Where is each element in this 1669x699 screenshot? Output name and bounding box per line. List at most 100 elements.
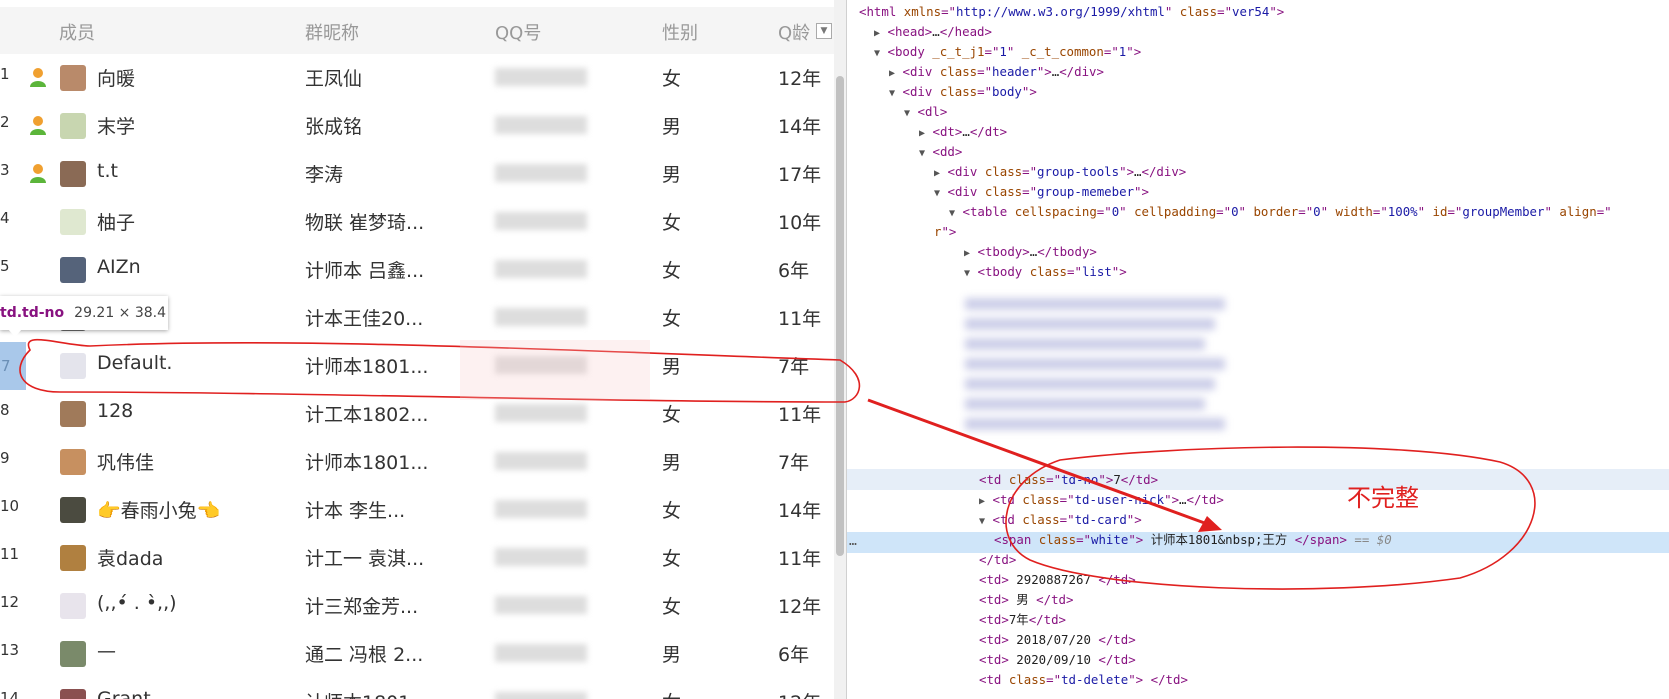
dom-line[interactable]: ▼ <table cellspacing="0" cellpadding="0"…: [847, 202, 1669, 222]
left-scrollbar[interactable]: [834, 0, 846, 699]
table-row[interactable]: 4 柚子 物联 崔梦琦... 女 10年: [0, 198, 834, 246]
table-row[interactable]: 13 — 通二 冯根 2... 男 6年: [0, 630, 834, 678]
collapse-triangle-icon[interactable]: ▼: [919, 148, 925, 159]
scrollbar-thumb[interactable]: [836, 76, 844, 556]
table-row[interactable]: 1 向暖 王凤仙 女 12年: [0, 54, 834, 102]
expand-triangle-icon[interactable]: ▶: [874, 28, 880, 39]
blurred-row: [965, 298, 1225, 310]
collapse-triangle-icon[interactable]: ▼: [874, 48, 880, 59]
qq-age: 12年: [778, 688, 821, 699]
blurred-row: [965, 398, 1205, 410]
group-card: 物联 崔梦琦...: [305, 212, 425, 234]
expand-triangle-icon[interactable]: ▶: [889, 68, 895, 79]
collapse-triangle-icon[interactable]: ▼: [979, 516, 985, 527]
dom-line[interactable]: <td> 2018/07/20 </td>: [847, 630, 1669, 650]
dom-line[interactable]: ▶ <head>…</head>: [847, 22, 1669, 42]
dom-token: groupMember: [1462, 204, 1545, 219]
table-row[interactable]: 9 巩伟佳 计师本1801... 男 7年: [0, 438, 834, 486]
avatar[interactable]: [60, 209, 86, 235]
member-nick[interactable]: t.t: [97, 160, 118, 182]
avatar[interactable]: [60, 641, 86, 667]
dom-line[interactable]: ▼ <dd>: [847, 142, 1669, 162]
avatar[interactable]: [60, 113, 86, 139]
avatar[interactable]: [60, 449, 86, 475]
header-sex[interactable]: 性别: [662, 19, 698, 45]
dom-line[interactable]: <td> 2020/09/10 </td>: [847, 650, 1669, 670]
dom-line[interactable]: <td> 男 </td>: [847, 590, 1669, 610]
table-row[interactable]: 10 👉春雨小兔👈 计本 李生... 女 14年: [0, 486, 834, 534]
table-row[interactable]: 12 (,,•́ . •̀,,) 计三郑金芳... 女 12年: [0, 582, 834, 630]
collapse-triangle-icon[interactable]: ▼: [889, 88, 895, 99]
dom-line[interactable]: ▶ <dt>…</dt>: [847, 122, 1669, 142]
table-row[interactable]: 11 袁dada 计工一 袁淇... 女 11年: [0, 534, 834, 582]
expand-triangle-icon[interactable]: ▶: [964, 248, 970, 259]
avatar[interactable]: [60, 353, 86, 379]
member-nick[interactable]: (,,•́ . •̀,,): [97, 592, 177, 614]
collapse-triangle-icon[interactable]: ▼: [949, 208, 955, 219]
expand-triangle-icon[interactable]: ▶: [919, 128, 925, 139]
avatar[interactable]: [60, 593, 86, 619]
dom-line[interactable]: ▼ <dl>: [847, 102, 1669, 122]
dom-line[interactable]: ▼ <div class="group-memeber">: [847, 182, 1669, 202]
dom-line[interactable]: ▶ <div class="header">…</div>: [847, 62, 1669, 82]
table-row[interactable]: 5 AIZn 计师本 吕鑫... 女 6年: [0, 246, 834, 294]
member-nick[interactable]: 128: [97, 400, 133, 422]
dom-line[interactable]: <td class="td-delete"> </td>: [847, 670, 1669, 690]
avatar[interactable]: [60, 161, 86, 187]
member-nick[interactable]: Grant: [97, 688, 151, 699]
avatar[interactable]: [60, 545, 86, 571]
dom-token: 2020/09/10: [1008, 652, 1099, 667]
dom-line[interactable]: <td class="td-no">7</td>: [847, 470, 1669, 490]
dom-line[interactable]: <span class="white"> 计师本1801&nbsp;王方 </s…: [847, 530, 1669, 550]
table-row[interactable]: 8 128 计工本1802... 女 11年: [0, 390, 834, 438]
collapse-triangle-icon[interactable]: ▼: [964, 268, 970, 279]
dom-line[interactable]: <td> 2920887267 </td>: [847, 570, 1669, 590]
header-age[interactable]: Q龄: [778, 19, 810, 45]
table-row[interactable]: 14 Grant 计师本1801... 女 12年: [0, 678, 834, 699]
dom-line[interactable]: ▼ <div class="body">: [847, 82, 1669, 102]
collapse-triangle-icon[interactable]: ▼: [904, 108, 910, 119]
dom-line[interactable]: <html xmlns="http://www.w3.org/1999/xhtm…: [847, 2, 1669, 22]
dom-token: 7年: [1008, 612, 1029, 627]
header-card[interactable]: 群昵称: [305, 19, 359, 45]
dom-line[interactable]: ▼ <body _c_t_j1="1" _c_t_common="1">: [847, 42, 1669, 62]
avatar[interactable]: [60, 497, 86, 523]
member-nick[interactable]: 向暖: [97, 64, 135, 91]
dom-line[interactable]: </td>: [847, 550, 1669, 570]
dom-token: group-memeber: [1037, 184, 1135, 199]
sort-dropdown-icon[interactable]: ▼: [816, 23, 832, 39]
avatar[interactable]: [60, 65, 86, 91]
expand-triangle-icon[interactable]: ▶: [979, 496, 985, 507]
owner-person-icon: [28, 162, 48, 184]
member-nick[interactable]: Default.: [97, 352, 172, 374]
avatar[interactable]: [60, 689, 86, 699]
dom-line[interactable]: ▶ <tbody>…</tbody>: [847, 242, 1669, 262]
member-nick[interactable]: 巩伟佳: [97, 448, 154, 475]
dom-token: =": [1046, 472, 1062, 487]
member-nick[interactable]: 末学: [97, 112, 135, 139]
dom-line[interactable]: r">: [847, 222, 1669, 242]
header-member[interactable]: 成员: [59, 19, 95, 45]
dom-line[interactable]: ▶ <td class="td-user-nick">…</td>: [847, 490, 1669, 510]
member-nick[interactable]: 👉春雨小兔👈: [97, 496, 220, 523]
dom-line[interactable]: ▼ <tbody class="list">: [847, 262, 1669, 282]
header-qq[interactable]: QQ号: [495, 19, 541, 45]
dom-line[interactable]: ▼ <td class="td-card">: [847, 510, 1669, 530]
dom-token: td-user-nick: [1074, 492, 1165, 507]
dom-line[interactable]: <td>7年</td>: [847, 610, 1669, 630]
dom-token: …: [1134, 164, 1142, 179]
collapse-triangle-icon[interactable]: ▼: [934, 188, 940, 199]
qq-number-blurred: [495, 308, 587, 326]
member-nick[interactable]: —: [97, 640, 116, 662]
member-nick[interactable]: 袁dada: [97, 544, 163, 571]
table-row[interactable]: 7 Default. 计师本1801... 男 7年: [0, 342, 834, 390]
avatar[interactable]: [60, 401, 86, 427]
member-nick[interactable]: AIZn: [97, 256, 141, 278]
dom-line[interactable]: ▶ <div class="group-tools">…</div>: [847, 162, 1669, 182]
avatar[interactable]: [60, 257, 86, 283]
table-row[interactable]: 3 t.t 李涛 男 17年: [0, 150, 834, 198]
table-row[interactable]: 2 末学 张成铭 男 14年: [0, 102, 834, 150]
member-nick[interactable]: 柚子: [97, 208, 135, 235]
expand-triangle-icon[interactable]: ▶: [934, 168, 940, 179]
dom-token: 2018/07/20: [1008, 632, 1099, 647]
